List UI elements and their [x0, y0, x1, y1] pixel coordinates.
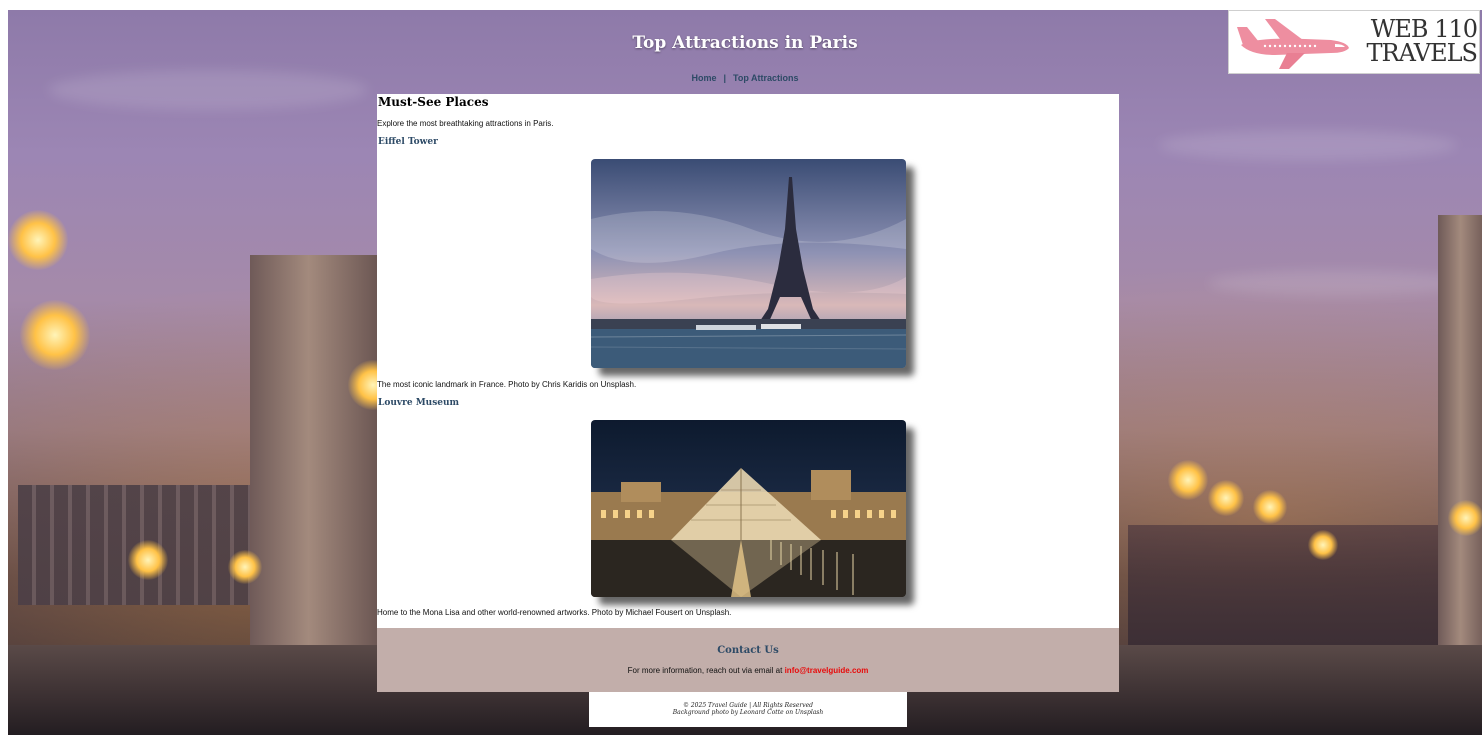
louvre-museum-photo	[591, 420, 906, 597]
footer-copyright: © 2025 Travel Guide | All Rights Reserve…	[682, 702, 814, 709]
main-content: Must-See Places Explore the most breatht…	[377, 94, 1119, 628]
site-logo[interactable]: WEB 110 TRAVELS	[1228, 10, 1480, 74]
footer-photo-credit: Background photo by Leonard Cotte on Uns…	[672, 709, 824, 716]
logo-text: WEB 110 TRAVELS	[1366, 15, 1478, 67]
nav-link-home[interactable]: Home	[691, 73, 716, 83]
footer: © 2025 Travel Guide | All Rights Reserve…	[589, 692, 907, 727]
attraction-caption-eiffel-tower: The most iconic landmark in France. Phot…	[377, 380, 637, 389]
intro-text: Explore the most breathtaking attraction…	[377, 119, 554, 128]
attraction-caption-louvre-museum: Home to the Mona Lisa and other world-re…	[377, 608, 732, 617]
attraction-title-louvre-museum: Louvre Museum	[378, 398, 460, 408]
contact-heading: Contact Us	[717, 645, 779, 656]
eiffel-tower-photo	[591, 159, 906, 368]
section-heading: Must-See Places	[378, 95, 489, 109]
contact-email-link[interactable]: info@travelguide.com	[785, 666, 869, 675]
contact-text: For more information, reach out via emai…	[627, 666, 869, 675]
airplane-icon	[1237, 19, 1349, 69]
contact-section: Contact Us For more information, reach o…	[377, 628, 1119, 692]
nav-link-top-attractions[interactable]: Top Attractions	[733, 73, 799, 83]
attraction-title-eiffel-tower: Eiffel Tower	[378, 137, 438, 147]
main-nav: Home | Top Attractions	[8, 73, 1482, 83]
nav-separator: |	[723, 73, 727, 83]
